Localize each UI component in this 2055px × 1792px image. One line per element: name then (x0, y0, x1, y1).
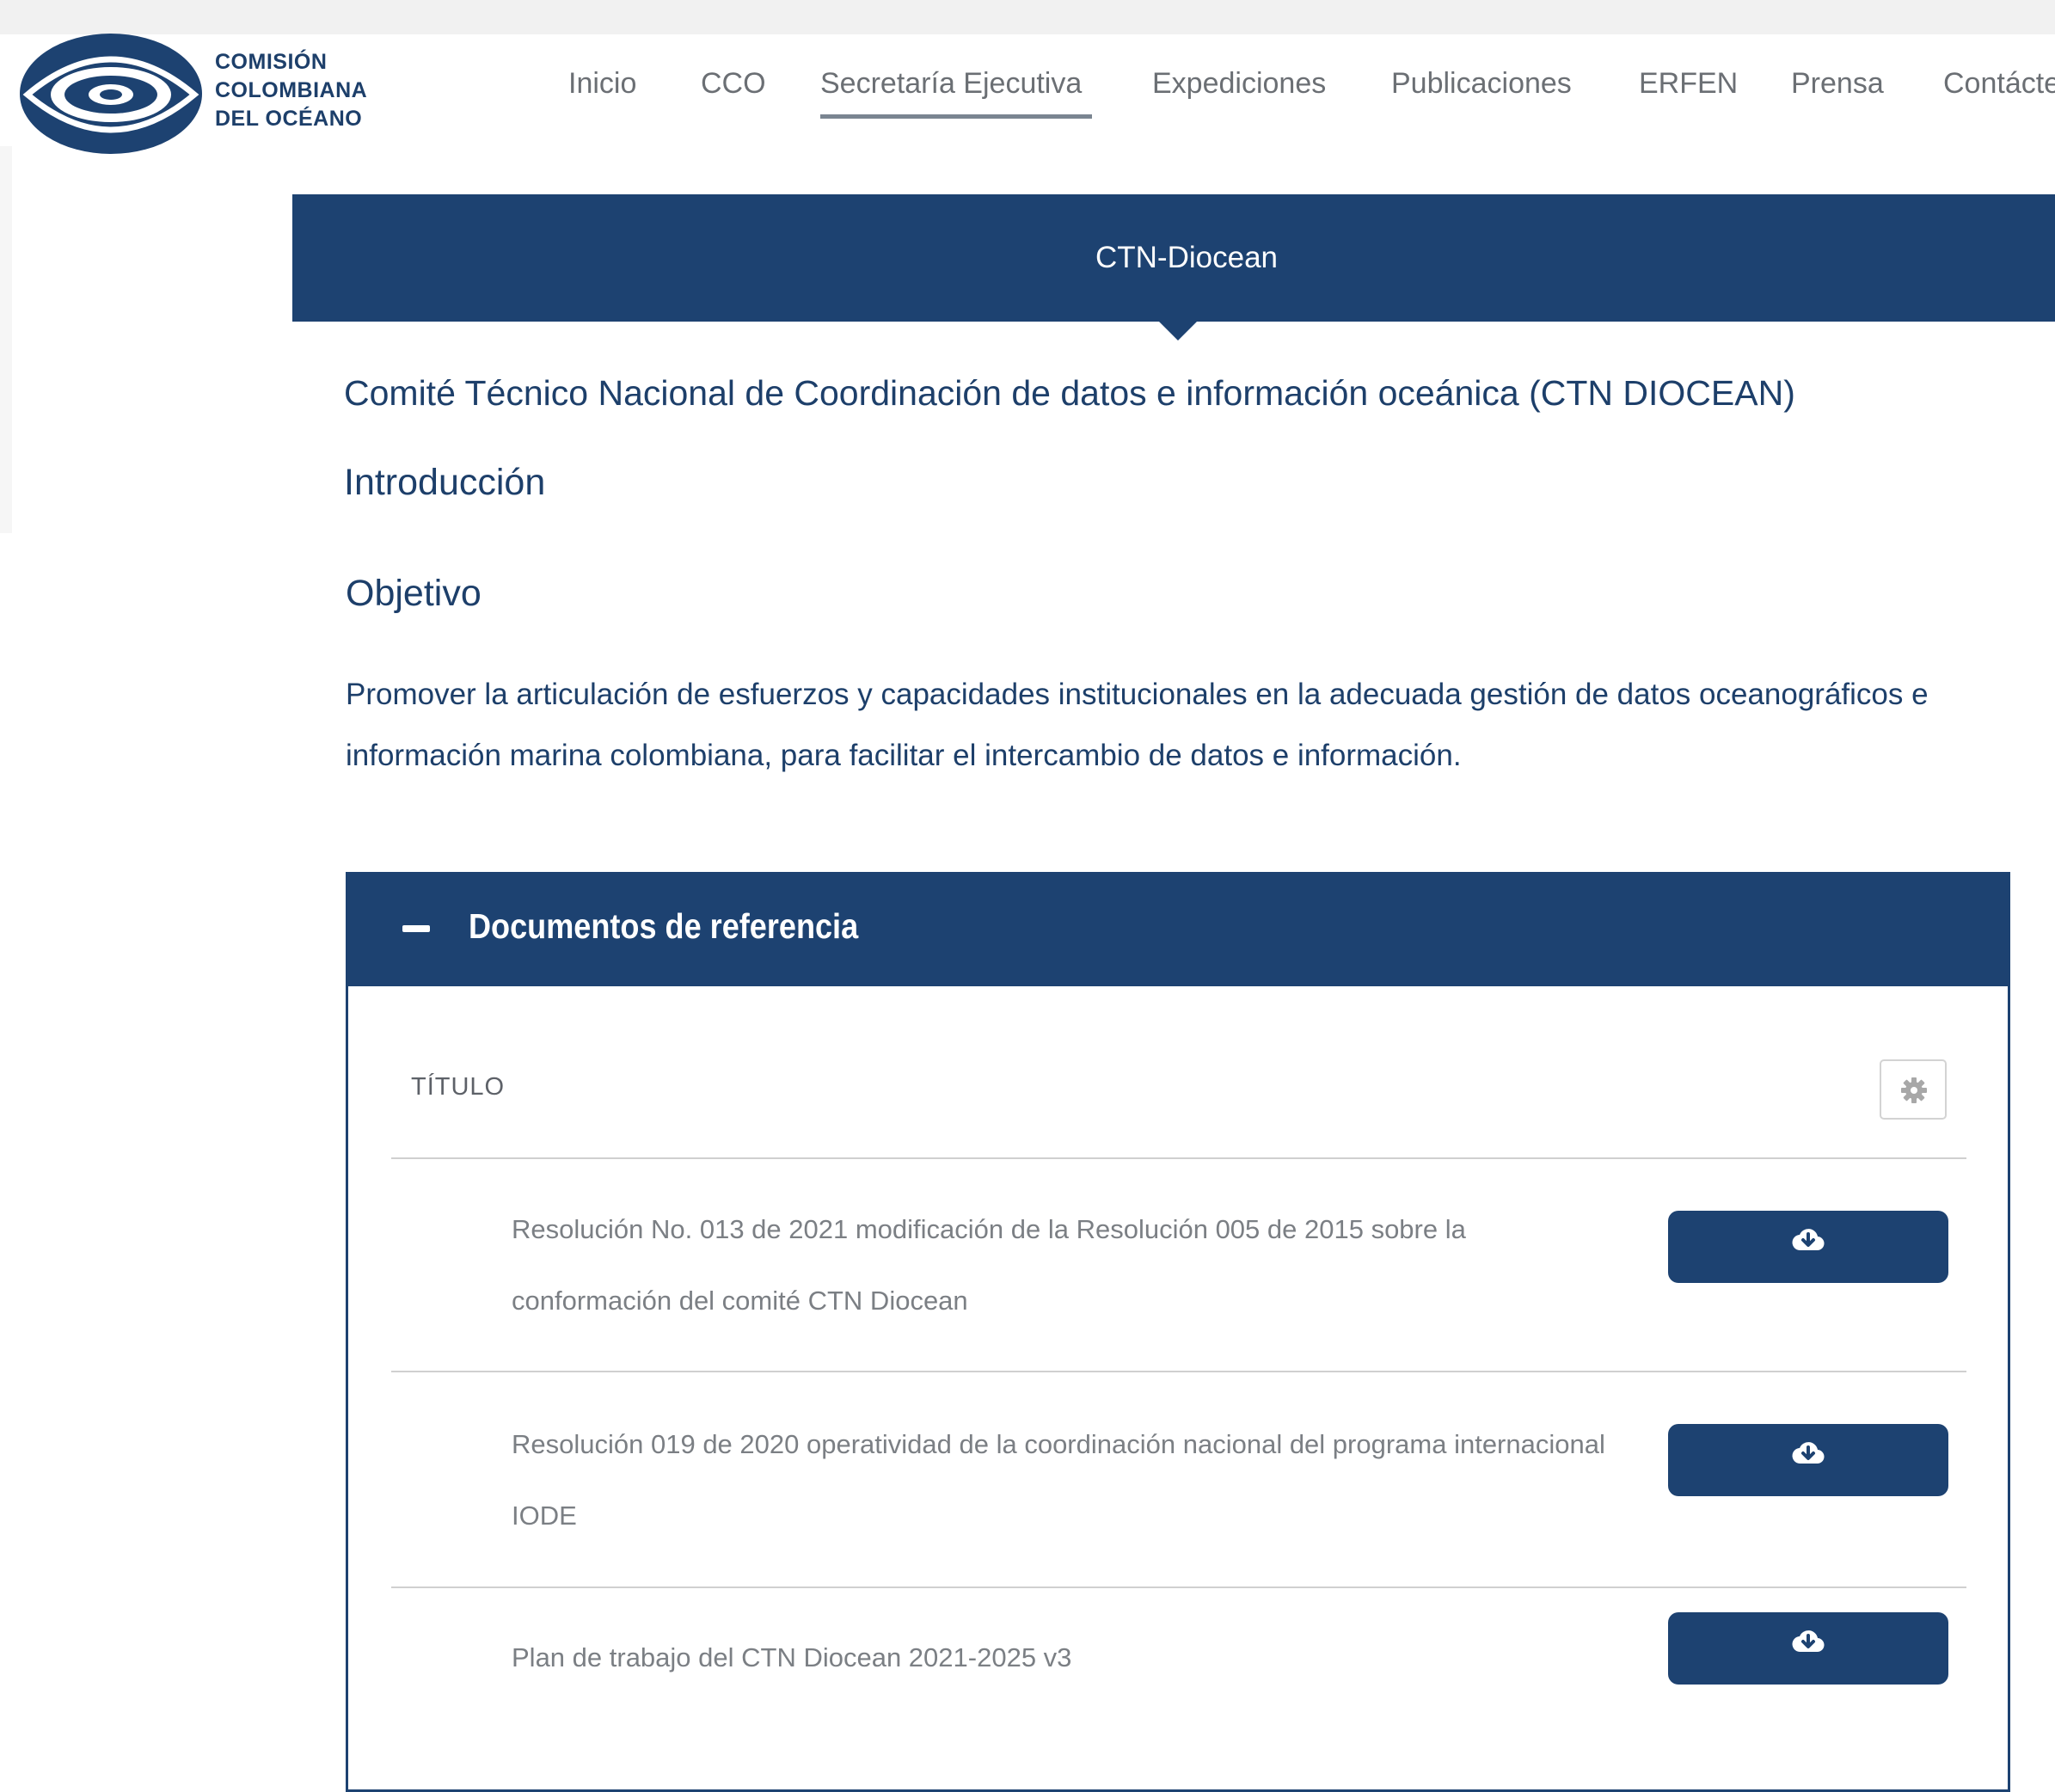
download-button-3[interactable] (1668, 1612, 1948, 1685)
nav-item-expediciones[interactable]: Expediciones (1152, 67, 1326, 101)
download-button-2[interactable] (1668, 1424, 1948, 1496)
nav-active-underline (820, 114, 1092, 119)
page-banner: CTN-Diocean (292, 194, 2055, 322)
collapse-minus-icon[interactable] (402, 925, 430, 932)
introduction-heading: Introducción (344, 462, 546, 503)
cloud-download-icon (1792, 1229, 1825, 1251)
nav-item-cco[interactable]: CCO (701, 67, 766, 101)
page-title: Comité Técnico Nacional de Coordinación … (344, 373, 1795, 413)
column-header-title: TÍTULO (411, 1073, 506, 1101)
logo-line-2: COLOMBIANA (215, 78, 368, 102)
banner-title: CTN-Diocean (1095, 241, 1278, 274)
table-divider (391, 1157, 1966, 1159)
document-title-3: Plan de trabajo del CTN Diocean 2021-202… (512, 1642, 1072, 1672)
download-button-1[interactable] (1668, 1211, 1948, 1283)
cloud-download-icon (1792, 1442, 1825, 1464)
objective-heading: Objetivo (346, 573, 482, 614)
logo-line-3: DEL OCÉANO (215, 107, 363, 131)
logo-text[interactable]: COMISIÓN COLOMBIANA DEL OCÉANO (215, 48, 367, 133)
table-settings-button[interactable] (1880, 1059, 1947, 1120)
banner-pointer (1159, 322, 1197, 341)
documents-panel-title: Documentos de referencia (469, 906, 859, 946)
nav-item-contacto[interactable]: Contácte (1943, 67, 2055, 101)
nav-item-secretaria-ejecutiva[interactable]: Secretaría Ejecutiva (820, 67, 1082, 101)
objective-paragraph: Promover la articulación de esfuerzos y … (346, 678, 1929, 772)
table-divider (391, 1586, 1966, 1588)
document-title-1: Resolución No. 013 de 2021 modificación … (512, 1214, 1466, 1316)
document-title-2: Resolución 019 de 2020 operatividad de l… (512, 1429, 1605, 1531)
top-strip (0, 0, 2055, 34)
nav-item-prensa[interactable]: Prensa (1791, 67, 1884, 101)
nav-item-erfen[interactable]: ERFEN (1639, 67, 1738, 101)
documents-accordion-header[interactable]: Documentos de referencia (346, 872, 2010, 986)
table-divider (391, 1371, 1966, 1372)
gear-icon (1901, 1077, 1927, 1103)
nav-item-inicio[interactable]: Inicio (568, 67, 636, 101)
logo-icon[interactable] (19, 33, 204, 155)
logo-line-1: COMISIÓN (215, 50, 328, 74)
left-strip (0, 146, 12, 533)
nav-item-publicaciones[interactable]: Publicaciones (1391, 67, 1572, 101)
cloud-download-icon (1792, 1630, 1825, 1653)
